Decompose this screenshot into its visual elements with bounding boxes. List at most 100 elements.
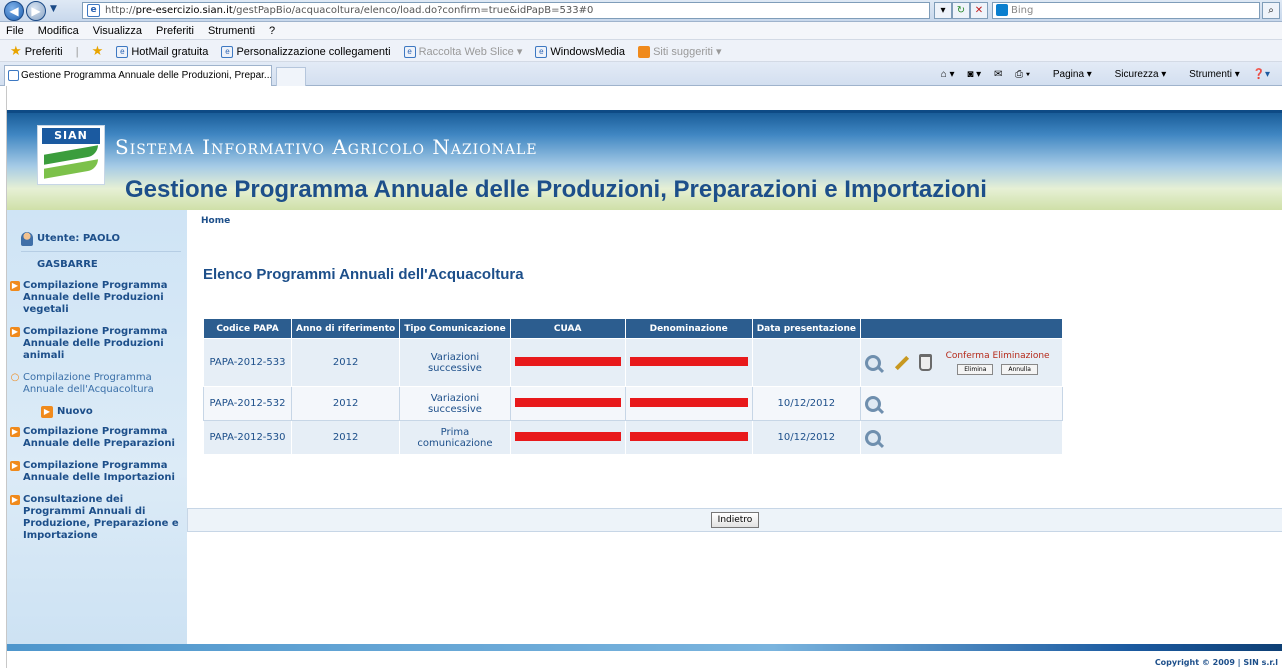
sidebar-item-acquacoltura[interactable]: ○ Compilazione Programma Annuale dell'Acq…: [11, 372, 183, 396]
arrow-icon: ▶: [41, 406, 53, 418]
redaction-bar: [514, 356, 621, 366]
fav-label: Siti suggeriti: [653, 46, 713, 58]
sidebar-item-importazioni[interactable]: ▶ Compilazione Programma Annuale delle Im…: [10, 460, 183, 484]
confirm-delete-button[interactable]: Elimina: [957, 363, 994, 375]
menu-preferiti[interactable]: Preferiti: [156, 25, 194, 37]
tab-active[interactable]: Gestione Programma Annuale delle Produzi…: [4, 65, 272, 86]
sidebar-item-animali[interactable]: ▶ Compilazione Programma Annuale delle Pr…: [10, 326, 183, 362]
sidebar-item-label: Compilazione Programma Annuale delle Imp…: [23, 460, 175, 483]
user-name: Utente: PAOLO GASBARRE: [37, 233, 121, 270]
feeds-icon[interactable]: ◙ ▾: [967, 69, 981, 80]
back-button[interactable]: Indietro: [710, 512, 760, 528]
menu-file[interactable]: File: [6, 25, 24, 37]
fav-personalizzazione[interactable]: e Personalizzazione collegamenti: [221, 41, 391, 63]
history-dropdown-icon[interactable]: ▼: [50, 4, 57, 14]
sidebar-subitem-nuovo[interactable]: ▶ Nuovo: [41, 406, 93, 418]
favorites-button[interactable]: ★ Preferiti: [10, 40, 63, 63]
view-icon[interactable]: [865, 429, 881, 446]
programs-table: Codice PAPA Anno di riferimento Tipo Com…: [203, 318, 1063, 455]
ie-icon: e: [403, 46, 416, 59]
cell-actions: Conferma Eliminazione Elimina Annulla: [860, 338, 1063, 387]
menu-modifica[interactable]: Modifica: [38, 25, 79, 37]
tab-title: Gestione Programma Annuale delle Produzi…: [21, 70, 272, 81]
fav-label: HotMail gratuita: [131, 46, 209, 58]
arrow-icon: ▶: [10, 495, 20, 505]
confirm-label: Conferma Eliminazione: [945, 350, 1050, 361]
cmd-label: Strumenti: [1189, 69, 1232, 80]
fav-label: Personalizzazione collegamenti: [236, 46, 391, 58]
edit-icon[interactable]: [895, 355, 910, 370]
url-field[interactable]: e http://pre-esercizio.sian.it/gestPapBi…: [82, 2, 930, 19]
menu-help[interactable]: ?: [269, 25, 275, 37]
sidebar-item-label: Nuovo: [57, 406, 93, 417]
delete-icon[interactable]: [919, 354, 933, 371]
view-icon[interactable]: [865, 395, 881, 412]
breadcrumb: Home: [193, 216, 1282, 236]
cell-cuaa: [509, 338, 626, 387]
command-bar: ⌂ ▾ ◙ ▾ ✉ ⎙ ▾ Pagina ▾ Sicurezza ▾ Strum…: [931, 67, 1270, 83]
sidebar-item-vegetali[interactable]: ▶ Compilazione Programma Annuale delle Pr…: [10, 280, 183, 316]
cell-codice: PAPA-2012-530: [203, 420, 292, 455]
cell-actions: [860, 420, 1063, 455]
fav-hotmail[interactable]: e HotMail gratuita: [116, 41, 208, 63]
search-placeholder: Bing: [1011, 5, 1034, 16]
page-icon: e: [87, 4, 100, 17]
menu-visualizza[interactable]: Visualizza: [93, 25, 142, 37]
fav-siti-suggeriti[interactable]: Siti suggeriti ▾: [638, 41, 722, 63]
cell-data: 10/12/2012: [751, 386, 862, 421]
menu-strumenti[interactable]: Strumenti: [208, 25, 255, 37]
sidebar-item-label: Compilazione Programma Annuale dell'Acqu…: [23, 372, 154, 395]
redaction-bar: [514, 431, 621, 441]
table-row: PAPA-2012-532 2012 Variazioni successive…: [203, 386, 1063, 421]
forward-arrow-icon[interactable]: ▶: [26, 1, 46, 21]
stop-icon[interactable]: ✕: [970, 2, 988, 19]
favorites-label: Preferiti: [24, 46, 63, 58]
add-favorite-icon[interactable]: ★: [92, 40, 104, 63]
fav-label: WindowsMedia: [550, 46, 625, 58]
user-label: Utente: PAOLO GASBARRE: [21, 226, 181, 270]
view-icon[interactable]: [865, 354, 881, 371]
url-dropdown-icon[interactable]: ▾: [934, 2, 952, 19]
fav-windowsmedia[interactable]: e WindowsMedia: [535, 41, 625, 63]
back-arrow-icon[interactable]: ◀: [4, 1, 24, 21]
cmd-pagina[interactable]: Pagina ▾: [1043, 69, 1092, 80]
cell-tipo: Variazioni successive: [399, 386, 511, 421]
confirm-cancel-button[interactable]: Annulla: [1001, 363, 1038, 375]
cell-codice: PAPA-2012-533: [203, 338, 292, 387]
suggested-sites-icon: [638, 46, 651, 59]
print-icon[interactable]: ⎙ ▾: [1015, 69, 1030, 80]
cell-tipo: Prima comunicazione: [399, 420, 511, 455]
refresh-icon[interactable]: ↻: [952, 2, 970, 19]
table-row: PAPA-2012-533 2012 Variazioni successive…: [203, 338, 1063, 387]
table-row: PAPA-2012-530 2012 Prima comunicazione 1…: [203, 420, 1063, 455]
url-host: pre-esercizio.sian.it: [135, 5, 233, 16]
fav-webslice[interactable]: e Raccolta Web Slice ▾: [403, 41, 522, 63]
arrow-icon: ▶: [10, 281, 20, 291]
sidebar: Utente: PAOLO GASBARRE ▶ Compilazione Pro…: [7, 210, 187, 644]
mail-icon[interactable]: ✉: [994, 69, 1002, 80]
sian-logo: SIAN: [37, 125, 105, 185]
fav-label: Raccolta Web Slice: [418, 46, 514, 58]
cell-cuaa: [509, 386, 626, 421]
sidebar-item-preparazioni[interactable]: ▶ Compilazione Programma Annuale delle Pr…: [10, 426, 183, 450]
redaction-bar: [629, 431, 748, 441]
user-icon: [21, 232, 33, 246]
sidebar-item-consultazione[interactable]: ▶ Consultazione dei Programmi Annuali di …: [10, 494, 183, 542]
sidebar-item-label: Compilazione Programma Annuale delle Pro…: [23, 280, 168, 315]
table-header-row: Codice PAPA Anno di riferimento Tipo Com…: [203, 318, 1063, 339]
sidebar-item-label: Compilazione Programma Annuale delle Pre…: [23, 426, 175, 449]
action-bar: Indietro: [187, 508, 1282, 532]
copyright: Copyright © 2009 | SIN s.r.l: [1154, 658, 1278, 667]
help-icon[interactable]: ❓▾: [1253, 69, 1270, 80]
page-title: Elenco Programmi Annuali dell'Acquacoltu…: [203, 266, 524, 283]
home-icon[interactable]: ⌂ ▾: [941, 69, 955, 80]
redaction-bar: [629, 397, 748, 407]
cmd-sicurezza[interactable]: Sicurezza ▾: [1105, 69, 1167, 80]
breadcrumb-home[interactable]: Home: [201, 216, 230, 226]
search-icon[interactable]: ⌕: [1262, 2, 1280, 19]
cell-anno: 2012: [290, 338, 401, 387]
search-input[interactable]: Bing: [992, 2, 1260, 19]
cell-anno: 2012: [290, 420, 401, 455]
cmd-strumenti[interactable]: Strumenti ▾: [1179, 69, 1240, 80]
new-tab-button[interactable]: [276, 67, 306, 86]
